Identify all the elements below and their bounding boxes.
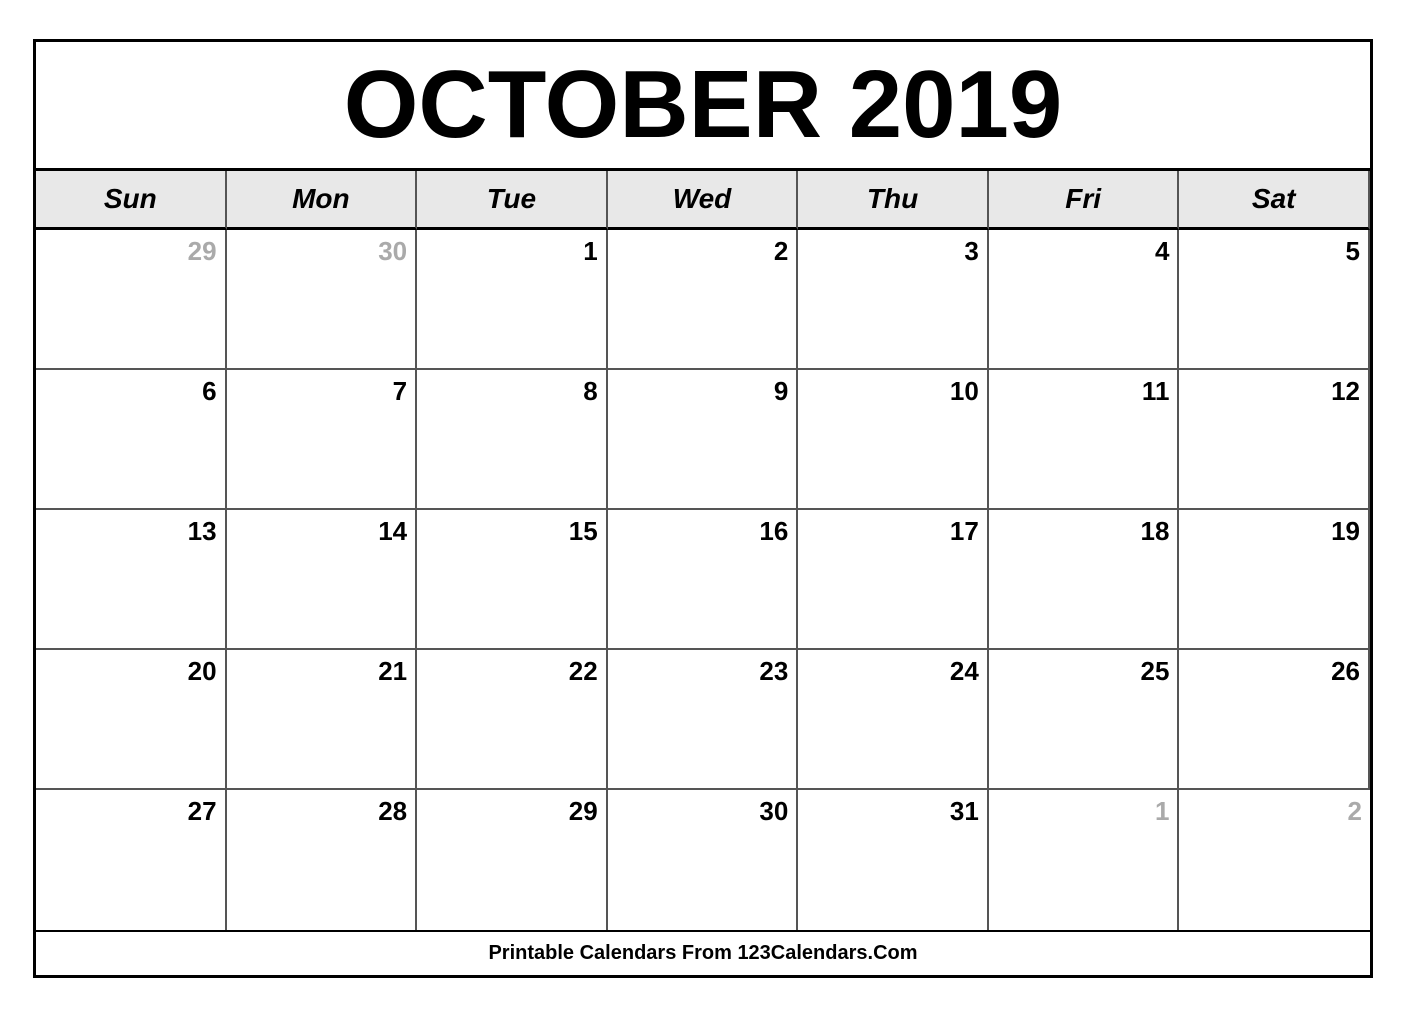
day-cell[interactable]: 29 — [36, 230, 227, 370]
day-cell[interactable]: 6 — [36, 370, 227, 510]
header-mon: Mon — [227, 171, 418, 230]
day-cell[interactable]: 14 — [227, 510, 418, 650]
day-cell[interactable]: 21 — [227, 650, 418, 790]
day-cell[interactable]: 8 — [417, 370, 608, 510]
day-cell[interactable]: 12 — [1179, 370, 1370, 510]
day-cell[interactable]: 28 — [227, 790, 418, 930]
day-cell[interactable]: 1 — [989, 790, 1180, 930]
calendar-title: OCTOBER 2019 — [36, 42, 1370, 171]
footer-brand: 123Calendars.Com — [737, 942, 917, 964]
day-cell[interactable]: 15 — [417, 510, 608, 650]
day-cell[interactable]: 9 — [608, 370, 799, 510]
calendar-container: OCTOBER 2019 Sun Mon Tue Wed Thu Fri Sat… — [33, 39, 1373, 978]
header-wed: Wed — [608, 171, 799, 230]
footer-text: Printable Calendars From — [488, 942, 737, 964]
day-cell[interactable]: 1 — [417, 230, 608, 370]
day-cell[interactable]: 25 — [989, 650, 1180, 790]
day-cell[interactable]: 5 — [1179, 230, 1370, 370]
day-cell[interactable]: 26 — [1179, 650, 1370, 790]
day-cell[interactable]: 30 — [608, 790, 799, 930]
day-cell[interactable]: 18 — [989, 510, 1180, 650]
day-cell[interactable]: 11 — [989, 370, 1180, 510]
header-sat: Sat — [1179, 171, 1370, 230]
day-cell[interactable]: 20 — [36, 650, 227, 790]
day-cell[interactable]: 17 — [798, 510, 989, 650]
day-cell[interactable]: 2 — [1179, 790, 1370, 930]
day-cell[interactable]: 2 — [608, 230, 799, 370]
day-cell[interactable]: 29 — [417, 790, 608, 930]
day-cell[interactable]: 10 — [798, 370, 989, 510]
day-cell[interactable]: 7 — [227, 370, 418, 510]
header-sun: Sun — [36, 171, 227, 230]
header-tue: Tue — [417, 171, 608, 230]
calendar-grid: Sun Mon Tue Wed Thu Fri Sat 29 30 1 2 3 … — [36, 171, 1370, 930]
calendar-footer: Printable Calendars From 123Calendars.Co… — [36, 930, 1370, 975]
day-cell[interactable]: 16 — [608, 510, 799, 650]
day-cell[interactable]: 31 — [798, 790, 989, 930]
day-cell[interactable]: 4 — [989, 230, 1180, 370]
header-thu: Thu — [798, 171, 989, 230]
day-cell[interactable]: 23 — [608, 650, 799, 790]
day-cell[interactable]: 27 — [36, 790, 227, 930]
day-cell[interactable]: 22 — [417, 650, 608, 790]
day-cell[interactable]: 30 — [227, 230, 418, 370]
day-cell[interactable]: 24 — [798, 650, 989, 790]
day-cell[interactable]: 3 — [798, 230, 989, 370]
header-fri: Fri — [989, 171, 1180, 230]
day-cell[interactable]: 19 — [1179, 510, 1370, 650]
day-cell[interactable]: 13 — [36, 510, 227, 650]
